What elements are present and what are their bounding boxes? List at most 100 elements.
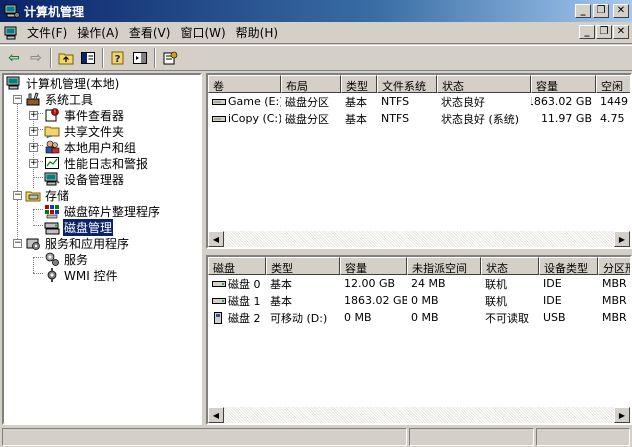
- horizontal-scrollbar[interactable]: ◀ ▶: [208, 407, 630, 423]
- table-row[interactable]: 磁盘 0 基本 12.00 GB 24 MB 联机 IDE MBR: [208, 275, 630, 292]
- collapse-toggle[interactable]: −: [13, 95, 22, 104]
- show-hide-tree-icon: [81, 52, 95, 64]
- column-disk-status[interactable]: 状态: [481, 257, 539, 275]
- column-disk-type[interactable]: 类型: [266, 257, 340, 275]
- properties-button[interactable]: [159, 47, 181, 69]
- tree-item-defrag[interactable]: 磁盘碎片整理程序: [44, 203, 161, 219]
- tree-item-root[interactable]: 计算机管理(本地): [6, 75, 120, 91]
- shared-folder-icon: [44, 126, 60, 139]
- collapse-toggle[interactable]: −: [13, 191, 22, 200]
- tree-item-shared-folders[interactable]: 共享文件夹: [44, 123, 125, 139]
- volume-list[interactable]: 卷 布局 类型 文件系统 状态 容量 空闲 Game (E:) 磁盘分区 基本 …: [206, 73, 632, 249]
- users-icon: [45, 140, 60, 154]
- status-bar: [0, 427, 632, 447]
- menu-action[interactable]: 操作(A): [75, 22, 127, 43]
- mdi-close-button[interactable]: ✕: [613, 25, 629, 39]
- disk-name-cell: 磁盘 0: [208, 276, 266, 292]
- menu-window[interactable]: 窗口(W): [178, 22, 233, 43]
- column-unallocated[interactable]: 未指派空间: [407, 257, 481, 275]
- properties-icon: [163, 51, 178, 65]
- forward-button[interactable]: ⇨: [25, 47, 47, 69]
- menu-view[interactable]: 查看(V): [127, 22, 179, 43]
- scroll-left-button[interactable]: ◀: [208, 231, 224, 247]
- tree-connector: [33, 209, 43, 210]
- tree-item-services[interactable]: 服务: [44, 251, 89, 267]
- device-manager-icon: [44, 172, 60, 186]
- column-partition-style[interactable]: 分区形: [598, 257, 630, 275]
- disk-name: 磁盘 0: [228, 277, 261, 291]
- disk-partition-style: MBR: [602, 294, 627, 307]
- expand-toggle[interactable]: +: [29, 143, 38, 152]
- performance-icon: [45, 157, 59, 169]
- tree-label: 磁盘碎片整理程序: [64, 204, 161, 219]
- column-disk[interactable]: 磁盘: [208, 257, 266, 275]
- scroll-right-button[interactable]: ▶: [614, 231, 630, 247]
- mdi-restore-button[interactable]: ❐: [596, 25, 612, 39]
- help-button[interactable]: ?: [107, 47, 129, 69]
- tree-connector: [33, 177, 43, 178]
- tree-item-device-manager[interactable]: 设备管理器: [44, 171, 125, 187]
- column-device-type[interactable]: 设备类型: [539, 257, 598, 275]
- volume-icon: [212, 98, 226, 105]
- tree-item-event-viewer[interactable]: ! 事件查看器: [44, 107, 125, 123]
- expand-toggle[interactable]: +: [29, 111, 38, 120]
- tree-item-services-apps[interactable]: 服务和应用程序: [25, 235, 130, 251]
- tree-item-local-users[interactable]: 本地用户和组: [44, 139, 137, 155]
- tree-item-storage[interactable]: 存储: [25, 187, 70, 203]
- show-hide-tree-button[interactable]: [77, 47, 99, 69]
- status-panel: [536, 428, 630, 446]
- horizontal-scrollbar[interactable]: ◀ ▶: [208, 231, 630, 247]
- volume-capacity: 1863.02 GB: [531, 95, 592, 108]
- expand-toggle[interactable]: +: [29, 127, 38, 136]
- collapse-toggle[interactable]: −: [13, 239, 22, 248]
- console-tree[interactable]: 计算机管理(本地) − 系统工具 + ! 事件查看器 + 共享文件夹 + 本地用…: [2, 73, 202, 425]
- up-level-button[interactable]: [55, 47, 77, 69]
- mdi-minimize-button[interactable]: _: [579, 25, 595, 39]
- close-button[interactable]: ✕: [613, 4, 629, 18]
- disk-list-header: 磁盘 类型 容量 未指派空间 状态 设备类型 分区形: [208, 257, 630, 275]
- menu-file[interactable]: 文件(F): [25, 22, 75, 43]
- volume-name: Game (E:): [228, 95, 281, 108]
- table-row[interactable]: 磁盘 1 基本 1863.02 GB 0 MB 联机 IDE MBR: [208, 292, 630, 309]
- title-bar[interactable]: 计算机管理 _ ❐ ✕: [0, 0, 632, 22]
- disk-capacity: 0 MB: [344, 311, 372, 324]
- tree-item-system-tools[interactable]: 系统工具: [25, 91, 94, 107]
- table-row[interactable]: iCopy (C:) 磁盘分区 基本 NTFS 状态良好 (系统) 11.97 …: [208, 110, 630, 127]
- disk-device-type: USB: [543, 311, 566, 324]
- column-status[interactable]: 状态: [437, 75, 531, 93]
- svg-text:!: !: [54, 109, 56, 116]
- event-viewer-icon: !: [45, 108, 59, 122]
- scroll-track[interactable]: [224, 231, 614, 247]
- back-button[interactable]: ⇦: [3, 47, 25, 69]
- column-layout[interactable]: 布局: [281, 75, 341, 93]
- tools-icon: [26, 92, 40, 106]
- disk-name: 磁盘 2: [228, 311, 261, 325]
- mdi-child-icon[interactable]: [4, 25, 20, 41]
- tree-item-perf-logs[interactable]: 性能日志和警报: [44, 155, 149, 171]
- volume-filesystem: NTFS: [381, 95, 410, 108]
- action-pane-button[interactable]: [129, 47, 151, 69]
- table-row[interactable]: Game (E:) 磁盘分区 基本 NTFS 状态良好 1863.02 GB 1…: [208, 93, 630, 110]
- column-disk-capacity[interactable]: 容量: [340, 257, 407, 275]
- table-row[interactable]: 磁盘 2 可移动 (D:) 0 MB 0 MB 不可读取 USB MBR: [208, 309, 630, 326]
- tree-item-wmi[interactable]: WMI 控件: [44, 267, 119, 283]
- minimize-button[interactable]: _: [575, 4, 591, 18]
- volume-layout: 磁盘分区: [285, 95, 329, 109]
- restore-button[interactable]: ❐: [593, 4, 609, 18]
- disk-name-cell: 磁盘 1: [208, 293, 266, 309]
- scroll-right-button[interactable]: ▶: [614, 407, 630, 423]
- menu-bar: 文件(F) 操作(A) 查看(V) 窗口(W) 帮助(H) _ ❐ ✕: [0, 22, 632, 44]
- disk-unallocated: 0 MB: [411, 294, 439, 307]
- volume-free: 1449: [600, 95, 628, 108]
- column-filesystem[interactable]: 文件系统: [377, 75, 437, 93]
- column-free[interactable]: 空闲: [596, 75, 630, 93]
- column-capacity[interactable]: 容量: [531, 75, 596, 93]
- scroll-track[interactable]: [224, 407, 614, 423]
- expand-toggle[interactable]: +: [29, 159, 38, 168]
- disk-list[interactable]: 磁盘 类型 容量 未指派空间 状态 设备类型 分区形 磁盘 0 基本 12.00…: [206, 255, 632, 425]
- scroll-left-button[interactable]: ◀: [208, 407, 224, 423]
- column-volume[interactable]: 卷: [208, 75, 281, 93]
- tree-item-disk-management[interactable]: 磁盘管理: [44, 217, 115, 237]
- column-type[interactable]: 类型: [341, 75, 377, 93]
- menu-help[interactable]: 帮助(H): [234, 22, 286, 43]
